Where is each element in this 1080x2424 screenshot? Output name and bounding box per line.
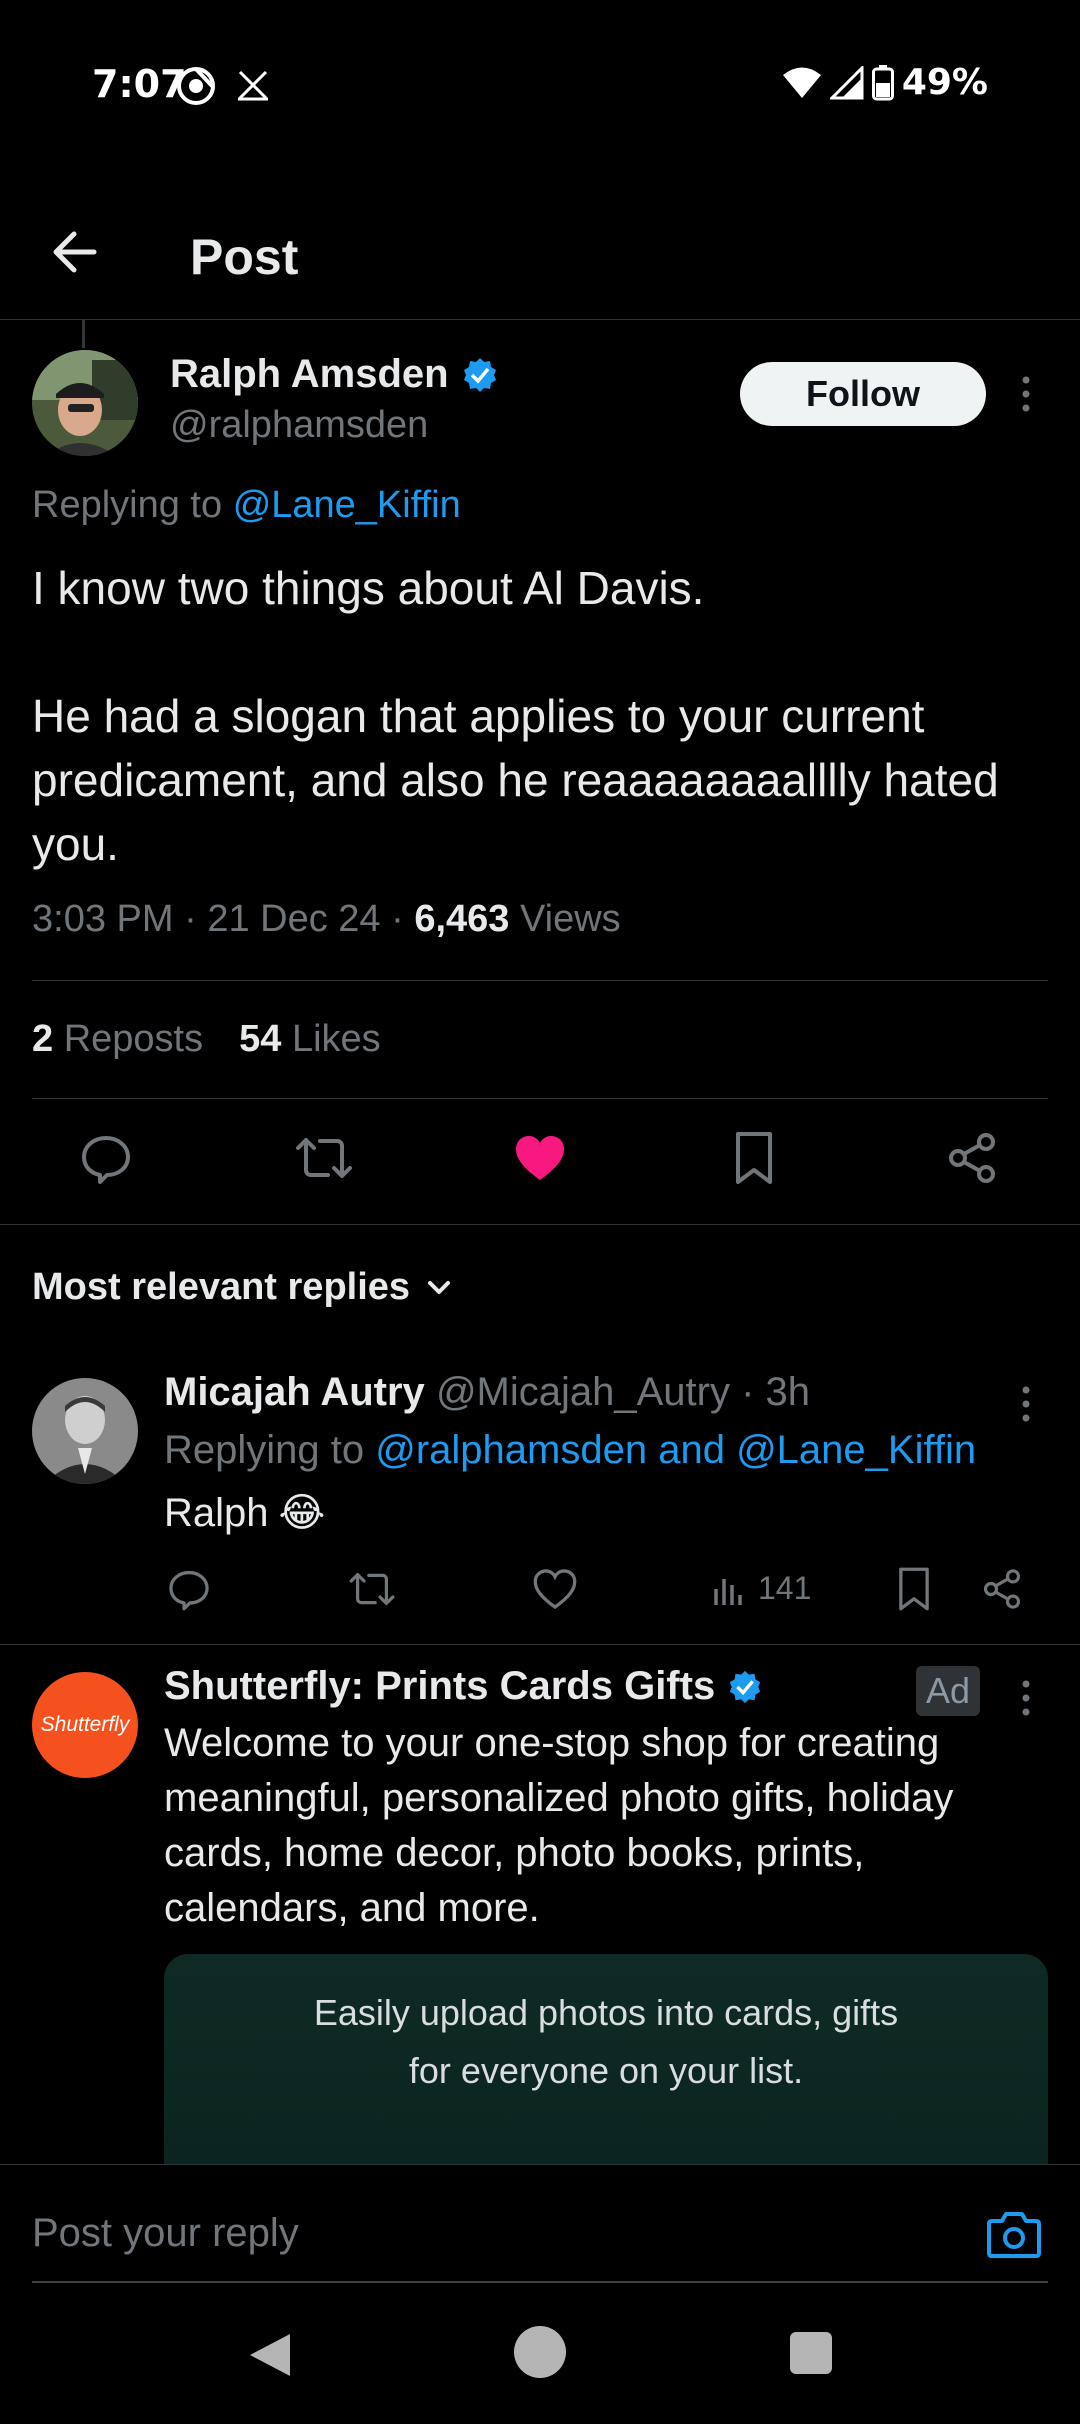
status-bar: 7:07 49%	[0, 0, 1080, 175]
views-bar-chart-icon	[714, 1578, 742, 1605]
likes-label: Likes	[291, 1018, 381, 1060]
reply-replying-to: Replying to @ralphamsden and @Lane_Kiffi…	[164, 1428, 976, 1473]
like-heart-outline-icon[interactable]	[532, 1566, 578, 1612]
bookmark-icon[interactable]	[894, 1566, 934, 1612]
x-icon	[236, 68, 270, 102]
signal-icon	[829, 65, 864, 100]
replying-prefix: Replying to	[164, 1428, 365, 1472]
chevron-down-icon	[424, 1273, 454, 1303]
author-name-text: Ralph Amsden	[170, 352, 449, 396]
reposts-label: Reposts	[63, 1018, 204, 1060]
reply-composer: Post your reply	[0, 2164, 1080, 2284]
views-label: Views	[519, 898, 621, 940]
ad-media-caption: Easily upload photos into cards, gifts f…	[164, 1984, 1048, 2100]
top-nav: Post	[0, 188, 1080, 320]
system-recents-icon[interactable]	[790, 2332, 832, 2374]
replies-sort-dropdown[interactable]: Most relevant replies	[32, 1266, 454, 1309]
reply-avatar[interactable]	[32, 1378, 138, 1484]
reply-icon[interactable]	[166, 1566, 212, 1612]
meta-separator: ·	[741, 1370, 766, 1414]
verified-badge-icon	[727, 1669, 763, 1705]
reply-text-body: Ralph	[164, 1490, 269, 1535]
reply-text: Ralph 😂	[164, 1490, 325, 1536]
divider	[0, 1224, 1080, 1225]
back-button[interactable]	[44, 220, 108, 284]
replying-prefix: Replying to	[32, 484, 223, 526]
reposts-count: 2	[32, 1018, 54, 1060]
reply-author-handle[interactable]: @Micajah_Autry	[436, 1370, 730, 1414]
wifi-icon	[782, 66, 822, 100]
meta-separator: ·	[184, 898, 208, 940]
reply-views-count: 141	[758, 1570, 812, 1606]
reply-input[interactable]: Post your reply	[32, 2211, 299, 2256]
bookmark-icon[interactable]	[730, 1130, 778, 1186]
battery-percent: 49%	[901, 62, 988, 103]
like-heart-icon[interactable]	[512, 1130, 568, 1186]
page-title: Post	[190, 229, 299, 285]
system-back-icon[interactable]	[246, 2330, 294, 2380]
reply-header: Micajah Autry @Micajah_Autry · 3h	[164, 1370, 810, 1415]
ad-media[interactable]: Easily upload photos into cards, gifts f…	[164, 1954, 1048, 2164]
reply-replying-to-link[interactable]: @ralphamsden and @Lane_Kiffin	[375, 1428, 976, 1472]
repost-icon[interactable]	[294, 1130, 354, 1186]
meta-separator: ·	[391, 898, 415, 940]
more-options-icon[interactable]	[1012, 372, 1040, 416]
reply-age: 3h	[765, 1370, 811, 1414]
replies-sort-label: Most relevant replies	[32, 1266, 411, 1308]
replying-to: Replying to @Lane_Kiffin	[32, 484, 461, 527]
author-name[interactable]: Ralph Amsden	[170, 352, 499, 397]
system-home-icon[interactable]	[514, 2326, 566, 2378]
repost-icon[interactable]	[348, 1566, 396, 1612]
camera-icon[interactable]	[986, 2209, 1042, 2259]
avatar[interactable]	[32, 350, 138, 456]
post-meta: 3:03 PM · 21 Dec 24 · 6,463 Views	[32, 898, 621, 941]
likes-stat[interactable]: 54 Likes	[239, 1018, 381, 1061]
arrow-left-icon	[53, 231, 97, 273]
reply-icon[interactable]	[78, 1130, 134, 1186]
share-icon[interactable]	[944, 1130, 1000, 1186]
views-count[interactable]: 6,463	[414, 898, 509, 940]
ad-avatar-logo[interactable]: Shutterfly	[32, 1672, 138, 1778]
post-action-bar	[0, 1130, 1080, 1194]
replying-to-link[interactable]: @Lane_Kiffin	[233, 484, 461, 526]
thread-line	[82, 320, 85, 348]
reply-views[interactable]: 141	[712, 1570, 811, 1607]
reply-more-options-icon[interactable]	[1012, 1382, 1040, 1426]
ad-author-name-text: Shutterfly: Prints Cards Gifts	[164, 1664, 716, 1708]
verified-badge-icon	[461, 356, 499, 394]
post-time: 3:03 PM	[32, 898, 174, 940]
ad-avatar-text: Shutterfly	[40, 1713, 130, 1736]
composer-underline	[32, 2281, 1048, 2283]
system-nav-bar	[0, 2290, 1080, 2424]
divider	[0, 1644, 1080, 1645]
ad-media-line-1: Easily upload photos into cards, gifts	[313, 1992, 899, 2033]
post-date: 21 Dec 24	[207, 898, 381, 940]
reply-author-name[interactable]: Micajah Autry	[164, 1370, 425, 1414]
ad-author-name[interactable]: Shutterfly: Prints Cards Gifts	[164, 1664, 763, 1709]
divider	[32, 1098, 1048, 1099]
reposts-stat[interactable]: 2 Reposts	[32, 1018, 203, 1061]
ad-badge: Ad	[916, 1666, 981, 1716]
follow-button[interactable]: Follow	[740, 362, 986, 426]
ad-more-options-icon[interactable]	[1012, 1676, 1040, 1720]
app-notification-icon	[174, 64, 218, 108]
ad-text: Welcome to your one-stop shop for creati…	[164, 1721, 954, 1930]
status-time: 7:07	[92, 62, 187, 106]
engagement-stats: 2 Reposts 54 Likes	[32, 1018, 381, 1061]
share-icon[interactable]	[980, 1566, 1024, 1612]
post-body: I know two things about Al Davis. He had…	[32, 562, 999, 870]
status-right-group: 49%	[782, 62, 988, 103]
reply-action-bar: 141	[0, 1566, 1080, 1620]
ad-media-line-2: for everyone on your list.	[408, 2050, 804, 2091]
laughing-emoji-icon: 😂	[278, 1491, 326, 1535]
likes-count: 54	[239, 1018, 282, 1060]
author-handle[interactable]: @ralphamsden	[170, 404, 428, 447]
battery-icon	[871, 64, 894, 101]
divider	[32, 980, 1048, 981]
